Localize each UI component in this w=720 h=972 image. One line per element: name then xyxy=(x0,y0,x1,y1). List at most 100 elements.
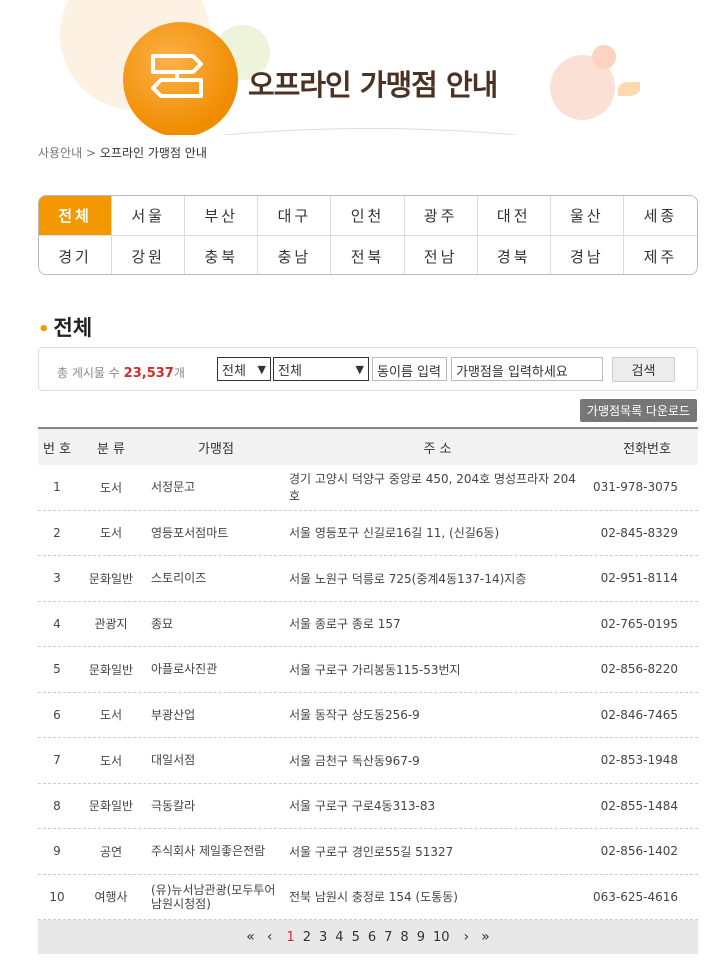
store-search-input[interactable]: 가맹점을 입력하세요 xyxy=(451,357,603,381)
table-row[interactable]: 1 도서 서정문고 경기 고양시 덕양구 중앙로 450, 204호 명성프라자 20… xyxy=(38,465,698,511)
region-tab-chungbuk[interactable]: 충북 xyxy=(185,236,259,274)
cell-category: 문화일반 xyxy=(88,662,134,677)
cell-category: 공연 xyxy=(99,844,123,859)
next-page-button[interactable]: › xyxy=(464,929,470,945)
count-label: 총 게시물 수 xyxy=(57,366,120,380)
region-tab-daegu[interactable]: 대구 xyxy=(258,196,332,236)
dong-input[interactable]: 동이름 입력 xyxy=(372,357,447,381)
table-row[interactable]: 7 도서 대일서점 서울 금천구 독산동967-9 02-853-1948 xyxy=(38,738,698,784)
pagination: « ‹ 1 2 3 4 5 6 7 8 9 10 › » xyxy=(38,920,698,954)
chevron-down-icon: ▼ xyxy=(257,362,266,376)
breadcrumb-parent[interactable]: 사용안내 xyxy=(38,146,82,160)
region-tab-chungnam[interactable]: 충남 xyxy=(258,236,332,274)
page-link[interactable]: 9 xyxy=(417,930,425,945)
page-link[interactable]: 8 xyxy=(400,930,408,945)
category-select[interactable]: 전체 ▼ xyxy=(217,357,271,381)
table-row[interactable]: 4 관광지 종묘 서울 종로구 종로 157 02-765-0195 xyxy=(38,602,698,647)
search-bar: 총 게시물 수 23,537개 전체 ▼ 전체 ▼ 동이름 입력 가맹점을 입력하세… xyxy=(38,347,698,391)
col-header-tel: 전화번호 xyxy=(623,441,671,457)
district-select-value: 전체 xyxy=(278,363,302,379)
breadcrumb: 사용안내 > 오프라인 가맹점 안내 xyxy=(38,144,207,161)
cell-category: 도서 xyxy=(99,708,123,723)
region-tab-incheon[interactable]: 인천 xyxy=(331,196,405,236)
first-page-button[interactable]: « xyxy=(246,929,255,945)
page-link[interactable]: 10 xyxy=(433,930,450,945)
table-row[interactable]: 2 도서 영등포서점마트 서울 영등포구 신길로16길 11, (신길6동) 02-84… xyxy=(38,511,698,556)
cell-address: 전북 남원시 충정로 154 (도통동) xyxy=(289,890,458,905)
region-tab-jeju[interactable]: 제주 xyxy=(624,236,697,274)
table-row[interactable]: 6 도서 부광산업 서울 동작구 상도동256-9 02-846-7465 xyxy=(38,693,698,738)
cell-name: 주식회사 제일좋은전람 xyxy=(151,844,266,859)
region-tab-seoul[interactable]: 서울 xyxy=(112,196,186,236)
cell-address: 서울 금천구 독산동967-9 xyxy=(289,753,420,768)
table-row[interactable]: 3 문화일반 스토리이즈 서울 노원구 덕릉로 725(중계4동137-14)지층 02… xyxy=(38,556,698,602)
page-header: 오프라인 가맹점 안내 xyxy=(0,0,720,135)
cell-tel: 02-765-0195 xyxy=(600,616,678,631)
page-link[interactable]: 3 xyxy=(319,930,327,945)
region-tab-daejeon[interactable]: 대전 xyxy=(477,196,551,236)
region-tab-gangwon[interactable]: 강원 xyxy=(112,236,186,274)
col-header-no: 번 호 xyxy=(42,441,72,457)
region-tab-gyeongbuk[interactable]: 경북 xyxy=(478,236,551,274)
region-tab-gyeongnam[interactable]: 경남 xyxy=(551,236,624,274)
cell-tel: 02-951-8114 xyxy=(600,571,678,586)
col-header-address: 주 소 xyxy=(423,441,452,457)
region-tab-gwangju[interactable]: 광주 xyxy=(404,196,478,236)
table-row[interactable]: 8 문화일반 극동칼라 서울 구로구 구로4동313-83 02-855-1484 xyxy=(38,784,698,829)
cell-no: 7 xyxy=(53,753,61,768)
table-row[interactable]: 10 여행사 (유)뉴서남관광(모두투어남원시청점) 전북 남원시 충정로 154 (… xyxy=(38,875,698,920)
cell-tel: 02-856-1402 xyxy=(600,844,678,859)
region-tab-busan[interactable]: 부산 xyxy=(185,196,259,236)
prev-page-button[interactable]: ‹ xyxy=(267,929,273,945)
region-tab-gyeonggi[interactable]: 경기 xyxy=(39,236,113,274)
cell-category: 여행사 xyxy=(94,890,128,905)
cell-name: 종묘 xyxy=(151,616,174,631)
search-button[interactable]: 검색 xyxy=(612,357,675,382)
cell-category: 도서 xyxy=(99,480,123,495)
table-row[interactable]: 5 문화일반 아플로사진관 서울 구로구 가리봉동115-53번지 02-856-822… xyxy=(38,647,698,693)
page-link[interactable]: 5 xyxy=(352,930,360,945)
download-list-button[interactable]: 가맹점목록 다운로드 xyxy=(580,399,697,422)
table-row[interactable]: 9 공연 주식회사 제일좋은전람 서울 구로구 경인로55길 51327 02-856-… xyxy=(38,829,698,875)
chevron-down-icon: ▼ xyxy=(355,362,364,376)
region-tab-jeonbuk[interactable]: 전북 xyxy=(331,236,405,274)
region-tab-all[interactable]: 전체 xyxy=(39,196,113,236)
page-link[interactable]: 4 xyxy=(335,930,343,945)
cell-address: 서울 구로구 경인로55길 51327 xyxy=(289,844,454,859)
bullet-icon: • xyxy=(38,319,50,340)
page-title: 오프라인 가맹점 안내 xyxy=(248,68,498,102)
last-page-button[interactable]: » xyxy=(481,929,490,945)
cell-no: 6 xyxy=(53,707,61,722)
cell-name: 극동칼라 xyxy=(151,798,196,813)
cell-name: (유)뉴서남관광(모두투어남원시청점) xyxy=(151,882,276,911)
breadcrumb-current: 오프라인 가맹점 안내 xyxy=(99,146,207,160)
page-link[interactable]: 7 xyxy=(384,930,392,945)
cell-no: 9 xyxy=(53,844,61,859)
region-tab-ulsan[interactable]: 울산 xyxy=(550,196,624,236)
region-tab-sejong[interactable]: 세종 xyxy=(623,196,697,236)
cell-no: 5 xyxy=(53,662,61,677)
section-title-text: 전체 xyxy=(53,316,93,340)
cell-name: 부광산업 xyxy=(151,707,196,722)
page-link[interactable]: 1 xyxy=(286,930,294,945)
category-select-value: 전체 xyxy=(222,363,246,379)
page-link[interactable]: 2 xyxy=(303,930,311,945)
cell-category: 문화일반 xyxy=(88,799,134,814)
cell-address: 서울 구로구 가리봉동115-53번지 xyxy=(289,662,461,677)
cell-category: 관광지 xyxy=(94,617,128,632)
store-table: 번 호 분 류 가맹점 주 소 전화번호 1 도서 서정문고 경기 고양시 덕양구 중… xyxy=(38,427,698,920)
cell-tel: 02-856-8220 xyxy=(600,662,678,677)
col-header-category: 분 류 xyxy=(96,441,126,457)
page-link[interactable]: 6 xyxy=(368,930,376,945)
cell-name: 스토리이즈 xyxy=(151,571,207,586)
district-select[interactable]: 전체 ▼ xyxy=(273,357,369,381)
region-tab-jeonnam[interactable]: 전남 xyxy=(405,236,478,274)
count-value: 23,537 xyxy=(123,366,174,381)
table-body: 1 도서 서정문고 경기 고양시 덕양구 중앙로 450, 204호 명성프라자 20… xyxy=(38,465,698,920)
cell-category: 도서 xyxy=(99,753,123,768)
cell-address: 서울 노원구 덕릉로 725(중계4동137-14)지층 xyxy=(289,571,527,586)
cell-name: 서정문고 xyxy=(151,480,196,495)
cell-address: 경기 고양시 덕양구 중앙로 450, 204호 명성프라자 204호 xyxy=(289,472,576,504)
cell-no: 2 xyxy=(53,525,61,540)
section-title: • 전체 xyxy=(38,312,92,342)
